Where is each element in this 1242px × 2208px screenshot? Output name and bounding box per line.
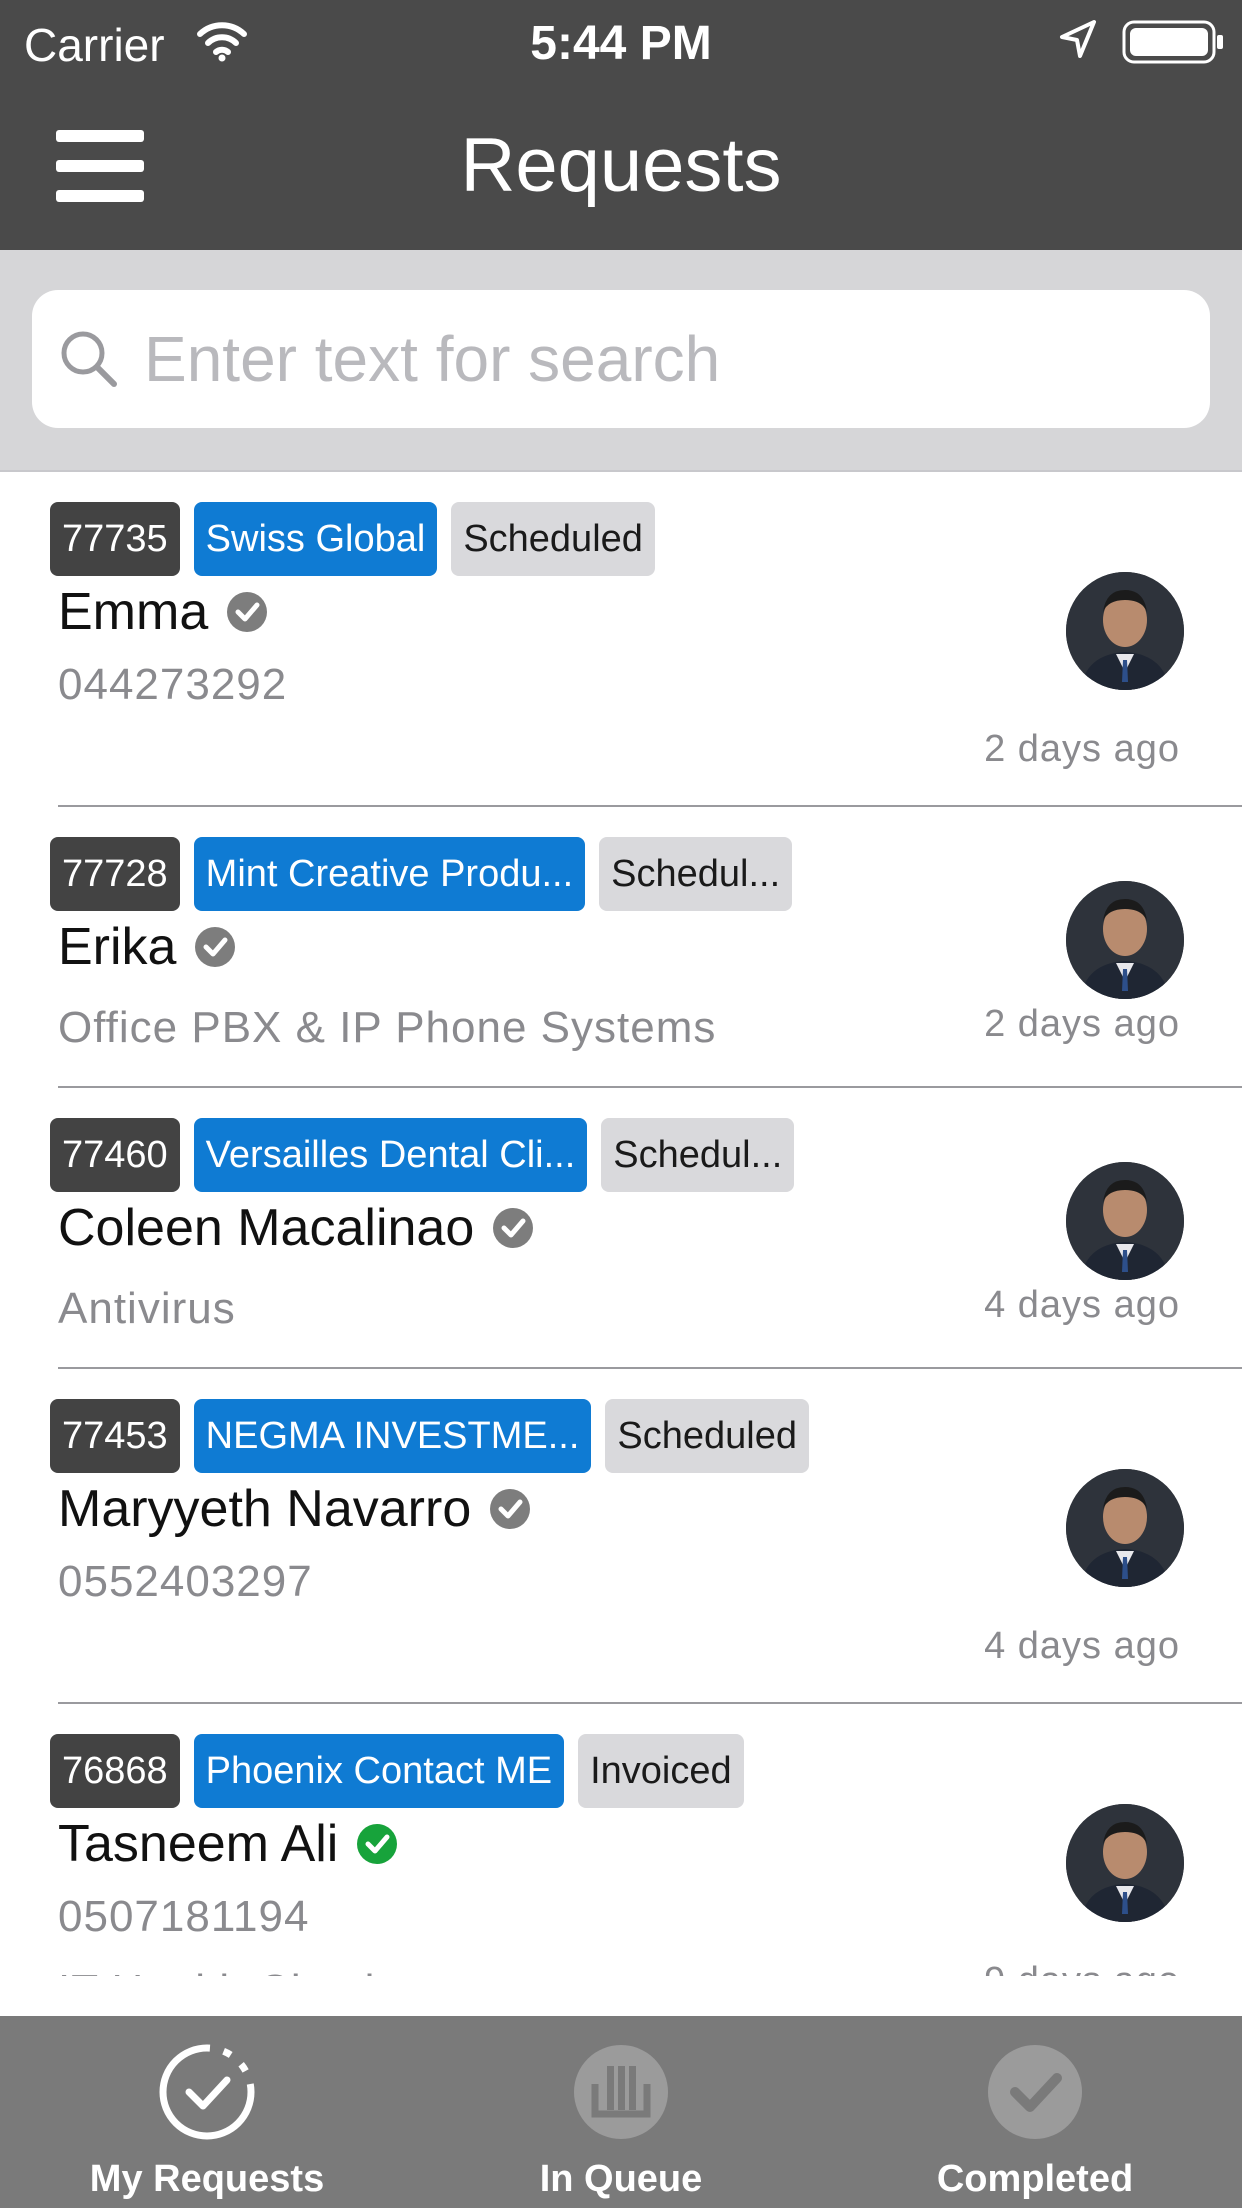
request-detail: Office PBX & IP Phone Systems	[58, 1003, 717, 1052]
technician-avatar	[1066, 572, 1184, 690]
customer-name: Erika	[58, 918, 177, 976]
verified-check-icon	[493, 1208, 534, 1248]
name-row: Tasneem Ali	[58, 1814, 398, 1874]
check-circle-icon	[988, 2045, 1082, 2139]
company-badge: Mint Creative Produ...	[193, 837, 586, 911]
customer-name: Coleen Macalinao	[58, 1199, 475, 1257]
request-item[interactable]: 76868 Phoenix Contact ME Invoiced Tasnee…	[0, 1704, 1242, 1976]
time-ago: 9 days ago	[984, 1960, 1180, 1976]
request-item[interactable]: 77453 NEGMA INVESTME... Scheduled Maryye…	[0, 1369, 1242, 1704]
badge-row: 77728 Mint Creative Produ... Schedul...	[50, 837, 793, 911]
request-id-badge: 77735	[50, 502, 180, 576]
customer-name: Emma	[58, 583, 209, 641]
technician-avatar	[1066, 881, 1184, 999]
time-ago: 2 days ago	[984, 1003, 1180, 1045]
status-badge: Invoiced	[578, 1734, 744, 1808]
clock-check-icon	[159, 2044, 255, 2140]
tab-completed[interactable]: Completed	[828, 2016, 1242, 2208]
customer-name: Tasneem Ali	[58, 1815, 339, 1873]
request-id-badge: 77453	[50, 1399, 180, 1473]
search-input[interactable]	[142, 310, 1186, 408]
request-item[interactable]: 77728 Mint Creative Produ... Schedul... …	[0, 807, 1242, 1088]
queue-icon	[574, 2045, 668, 2139]
badge-row: 77735 Swiss Global Scheduled	[50, 502, 655, 576]
page-title: Requests	[460, 123, 782, 208]
request-detail: Antivirus	[58, 1284, 236, 1333]
verified-check-icon	[227, 592, 268, 632]
location-arrow-icon	[1058, 18, 1098, 67]
request-phone: 0507181194	[58, 1892, 310, 1941]
search-box[interactable]	[32, 290, 1210, 428]
badge-row: 76868 Phoenix Contact ME Invoiced	[50, 1734, 744, 1808]
customer-name: Maryyeth Navarro	[58, 1480, 472, 1538]
request-item[interactable]: 77735 Swiss Global Scheduled Emma 044273…	[0, 472, 1242, 807]
company-badge: NEGMA INVESTME...	[193, 1399, 592, 1473]
battery-icon	[1122, 20, 1226, 69]
request-item[interactable]: 77460 Versailles Dental Cli... Schedul..…	[0, 1088, 1242, 1369]
request-id-badge: 77460	[50, 1118, 180, 1192]
status-badge: Scheduled	[451, 502, 655, 576]
request-id-badge: 77728	[50, 837, 180, 911]
company-badge: Swiss Global	[193, 502, 438, 576]
tab-my-requests[interactable]: My Requests	[0, 2016, 414, 2208]
tab-label: My Requests	[89, 2158, 325, 2200]
request-detail: 0552403297	[58, 1557, 313, 1606]
search-bar	[0, 250, 1242, 472]
status-badge: Schedul...	[599, 837, 793, 911]
technician-avatar	[1066, 1162, 1184, 1280]
request-detail: IT Health Check	[58, 1966, 388, 1976]
name-row: Coleen Macalinao	[58, 1198, 534, 1258]
badge-row: 77460 Versailles Dental Cli... Schedul..…	[50, 1118, 795, 1192]
navigation-bar: Requests	[0, 84, 1242, 250]
search-icon	[58, 328, 120, 395]
time-ago: 2 days ago	[984, 728, 1180, 770]
badge-row: 77453 NEGMA INVESTME... Scheduled	[50, 1399, 809, 1473]
company-badge: Versailles Dental Cli...	[193, 1118, 588, 1192]
name-row: Emma	[58, 582, 268, 642]
technician-avatar	[1066, 1804, 1184, 1922]
request-id-badge: 76868	[50, 1734, 180, 1808]
verified-check-icon	[490, 1489, 531, 1529]
verified-check-icon	[195, 927, 236, 967]
request-detail: 044273292	[58, 660, 288, 709]
request-list[interactable]: 77735 Swiss Global Scheduled Emma 044273…	[0, 472, 1242, 1976]
company-badge: Phoenix Contact ME	[193, 1734, 565, 1808]
tab-in-queue[interactable]: In Queue	[414, 2016, 828, 2208]
time-ago: 4 days ago	[984, 1625, 1180, 1667]
verified-check-icon	[357, 1824, 398, 1864]
tab-bar: My Requests In Queue Completed	[0, 2016, 1242, 2208]
tab-label: Completed	[936, 2158, 1134, 2200]
name-row: Maryyeth Navarro	[58, 1479, 531, 1539]
status-bar: Carrier 5:44 PM	[0, 0, 1242, 84]
status-badge: Scheduled	[605, 1399, 809, 1473]
name-row: Erika	[58, 917, 236, 977]
technician-avatar	[1066, 1469, 1184, 1587]
clock-label: 5:44 PM	[530, 17, 712, 70]
tab-label: In Queue	[539, 2158, 703, 2200]
time-ago: 4 days ago	[984, 1284, 1180, 1326]
status-badge: Schedul...	[601, 1118, 795, 1192]
